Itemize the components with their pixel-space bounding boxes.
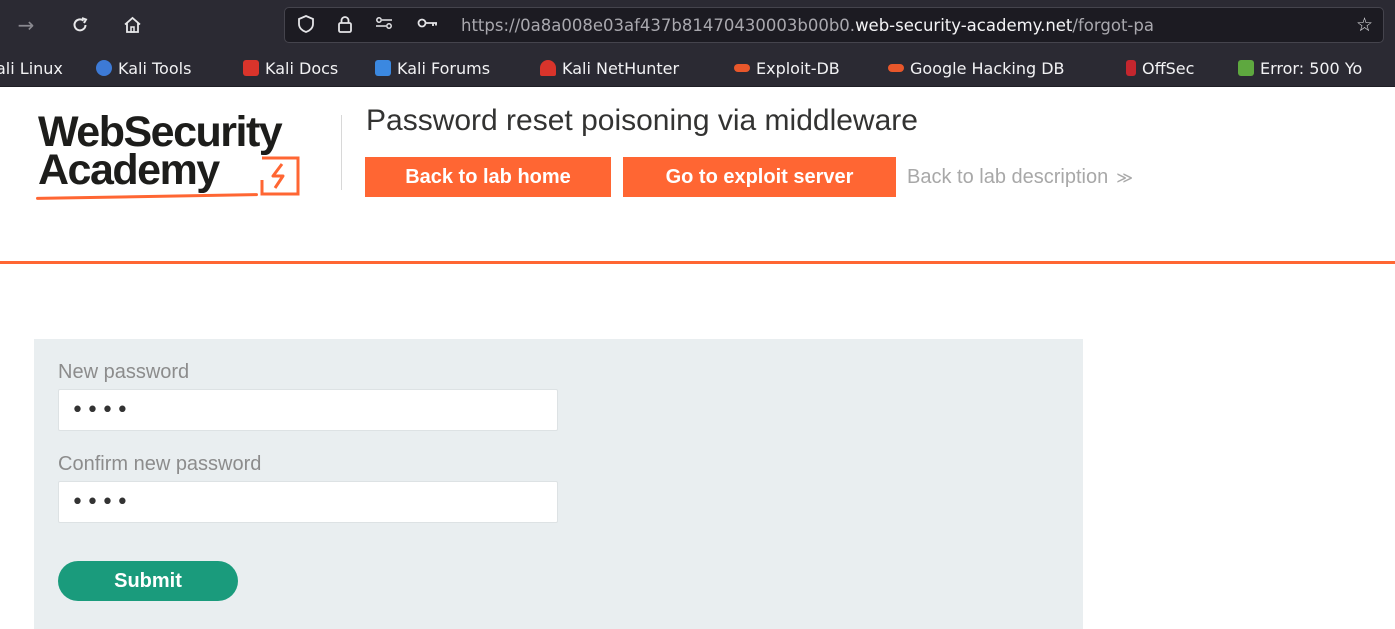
bookmark-label: Kali NetHunter [562, 58, 680, 78]
url-prefix: https://0a8a008e03af437b81470430003b00b0… [461, 16, 856, 35]
bookmark-kali-tools[interactable]: Kali Tools [96, 58, 191, 78]
bookmark-offsec[interactable]: OffSec [1126, 58, 1194, 78]
exploit-db-icon [734, 64, 750, 72]
forward-arrow-icon[interactable]: → [12, 11, 40, 39]
bookmark-label: Google Hacking DB [910, 58, 1065, 78]
kali-nethunter-icon [540, 60, 556, 76]
bookmark-label: Error: 500 Yo [1260, 58, 1363, 78]
back-to-lab-description-link[interactable]: Back to lab description ≫ [907, 166, 1133, 189]
logo-line2: Academy [38, 146, 220, 194]
logo-underline [35, 193, 259, 200]
back-to-lab-home-button[interactable]: Back to lab home [365, 157, 611, 197]
url-text[interactable]: https://0a8a008e03af437b81470430003b00b0… [461, 16, 1341, 36]
lab-title: Password reset poisoning via middleware [366, 104, 918, 137]
url-fade [1295, 8, 1345, 42]
bookmark-label: ali Linux [0, 58, 63, 78]
key-icon[interactable] [417, 15, 439, 36]
tracking-protection-shield-icon[interactable] [298, 15, 314, 38]
new-password-label: New password [58, 361, 190, 383]
bookmarks-bar: ali Linux Kali Tools Kali Docs Kali Foru… [0, 50, 1395, 87]
permissions-icon[interactable] [375, 15, 393, 36]
bookmark-label: Kali Docs [265, 58, 339, 78]
back-description-label: Back to lab description [907, 166, 1109, 188]
lock-icon[interactable] [337, 15, 353, 38]
home-icon[interactable] [118, 11, 146, 39]
bookmark-google-hacking-db[interactable]: Google Hacking DB [888, 58, 1065, 78]
bookmark-kali-linux[interactable]: ali Linux [0, 58, 63, 78]
lightning-bolt-icon [260, 156, 300, 196]
header-divider [341, 115, 342, 190]
error-500-icon [1238, 60, 1254, 76]
bookmark-label: OffSec [1142, 58, 1195, 78]
bookmark-kali-forums[interactable]: Kali Forums [375, 58, 490, 78]
browser-toolbar: → https://0a8a008e03af437b81470430003b00… [0, 0, 1395, 50]
web-security-academy-logo[interactable]: WebSecurity Academy [35, 110, 336, 205]
bookmark-kali-nethunter[interactable]: Kali NetHunter [540, 58, 679, 78]
reload-icon[interactable] [66, 11, 94, 39]
bookmark-label: Kali Forums [397, 58, 491, 78]
url-domain: web-security-academy.net [855, 16, 1073, 35]
bookmark-kali-docs[interactable]: Kali Docs [243, 58, 338, 78]
bookmark-error-500[interactable]: Error: 500 Yo [1238, 58, 1362, 78]
confirm-password-label: Confirm new password [58, 453, 262, 475]
confirm-password-input[interactable] [58, 481, 558, 523]
header-orange-rule [0, 261, 1395, 264]
new-password-input[interactable] [58, 389, 558, 431]
bookmark-label: Exploit-DB [756, 58, 840, 78]
bookmark-exploit-db[interactable]: Exploit-DB [734, 58, 840, 78]
bookmark-star-icon[interactable]: ☆ [1356, 14, 1373, 36]
url-suffix: /forgot-pa [1072, 16, 1154, 35]
double-chevron-right-icon: ≫ [1116, 168, 1133, 187]
kali-docs-icon [243, 60, 259, 76]
submit-button[interactable]: Submit [58, 561, 238, 601]
kali-forums-icon [375, 60, 391, 76]
reset-password-form: New password Confirm new password Submit [34, 339, 1083, 629]
url-bar[interactable]: https://0a8a008e03af437b81470430003b00b0… [284, 7, 1384, 43]
offsec-icon [1126, 60, 1136, 76]
kali-tools-icon [96, 60, 112, 76]
bookmark-label: Kali Tools [118, 58, 192, 78]
google-hacking-db-icon [888, 64, 904, 72]
go-to-exploit-server-button[interactable]: Go to exploit server [623, 157, 896, 197]
